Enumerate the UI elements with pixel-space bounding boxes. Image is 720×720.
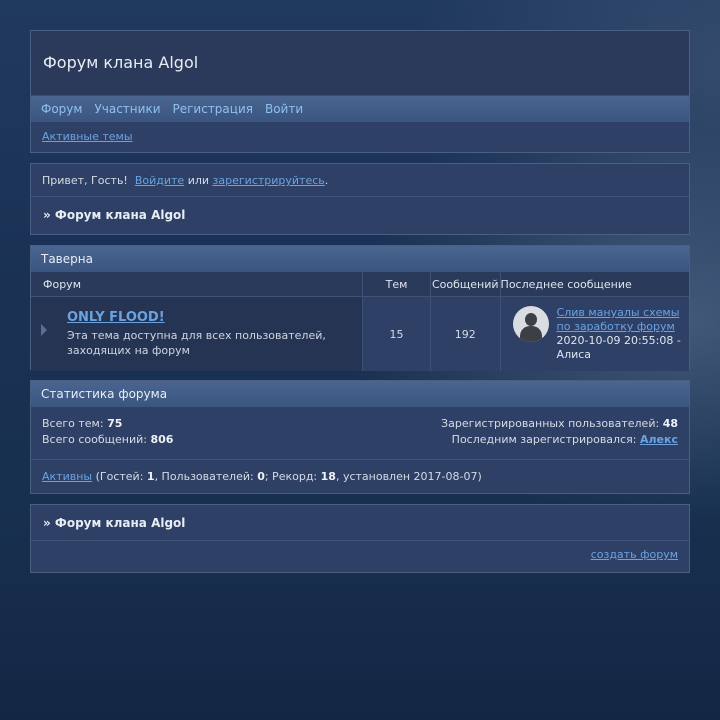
user-avatar-icon[interactable] [512, 306, 549, 342]
last-registered-label: Последним зарегистрировался: [451, 433, 637, 446]
create-forum-link[interactable]: создать форум [591, 548, 678, 561]
or-text: или [187, 174, 210, 187]
forum-posts-count: 192 [430, 296, 501, 371]
active-users-line: Активны (Гостей: 1, Пользователей: 0; Ре… [31, 460, 689, 492]
active-topics-link[interactable]: Активные темы [42, 130, 133, 143]
welcome-panel: Привет, Гость! Войдите или зарегистрируй… [30, 163, 690, 235]
total-posts-value: 806 [150, 433, 174, 446]
forum-statistics: Статистика форума Всего тем: 75 Всего со… [30, 380, 690, 494]
forum-info-cell: ONLY FLOOD! Эта тема доступна для всех п… [31, 296, 363, 371]
last-post-cell: Слив мануалы схемы по заработку форум 20… [500, 296, 689, 371]
forum-description: Эта тема доступна для всех пользователей… [67, 329, 326, 357]
forum-header: Форум клана Algol Форум Участники Регистра… [30, 30, 690, 153]
total-topics: Всего тем: 75 [42, 417, 122, 430]
forum-status-icon [41, 324, 47, 336]
footer-panel: » Форум клана Algol создать форум [30, 504, 690, 573]
main-nav: Форум Участники Регистрация Войти [31, 96, 689, 122]
column-posts: Сообщений [430, 272, 501, 297]
breadcrumb: » Форум клана Algol [43, 208, 186, 222]
footer-breadcrumb: » Форум клана Algol [31, 505, 689, 541]
statistics-title: Статистика форума [31, 381, 689, 407]
users-label: , Пользователей: [154, 470, 254, 483]
record-label: ; Рекорд: [264, 470, 318, 483]
forum-topics-count: 15 [362, 296, 431, 371]
register-link[interactable]: зарегистрируйтесь [213, 174, 325, 187]
greeting-text: Привет, Гость! [42, 174, 128, 187]
guests-value: 1 [146, 470, 155, 483]
column-topics: Тем [362, 272, 431, 297]
users-value: 0 [257, 470, 265, 483]
forum-row: ONLY FLOOD! Эта тема доступна для всех п… [31, 296, 689, 371]
record-date: , установлен 2017-08-07) [335, 470, 482, 483]
site-title: Форум клана Algol [31, 31, 689, 96]
forum-table-header: Форум Тем Сообщений Последнее сообщение [31, 272, 689, 297]
nav-register-link[interactable]: Регистрация [173, 102, 253, 116]
guest-greeting: Привет, Гость! Войдите или зарегистрируй… [31, 164, 689, 197]
nav-forum-link[interactable]: Форум [41, 102, 82, 116]
login-link[interactable]: Войдите [135, 174, 184, 187]
category-title: Таверна [31, 246, 689, 272]
column-forum: Форум [31, 272, 363, 297]
last-registered-user-link[interactable]: Алекс [640, 433, 678, 446]
footer-actions: создать форум [31, 541, 689, 572]
sub-nav: Активные темы [31, 122, 689, 152]
statistics-body: Всего тем: 75 Всего сообщений: 806 Зарег… [31, 407, 689, 460]
nav-members-link[interactable]: Участники [94, 102, 160, 116]
category-tavern: Таверна Форум Тем Сообщений Последнее со… [30, 245, 690, 371]
last-post-author: Алиса [556, 348, 592, 361]
guests-label: (Гостей: [95, 470, 144, 483]
forum-table: Форум Тем Сообщений Последнее сообщение … [31, 272, 689, 371]
registered-users: Зарегистрированных пользователей: 48 [441, 417, 678, 430]
total-posts: Всего сообщений: 806 [42, 433, 173, 446]
total-topics-label: Всего тем: [42, 417, 104, 430]
total-posts-label: Всего сообщений: [42, 433, 147, 446]
total-topics-value: 75 [107, 417, 123, 430]
last-post-date: 2020-10-09 20:55:08 - [556, 334, 681, 347]
last-topic-link[interactable]: Слив мануалы схемы по заработку форум [557, 306, 680, 333]
column-last-post: Последнее сообщение [500, 272, 689, 297]
active-users-link[interactable]: Активны [42, 470, 92, 483]
nav-login-link[interactable]: Войти [265, 102, 303, 116]
last-registered: Последним зарегистрировался: Алекс [452, 433, 678, 446]
period-text: . [324, 174, 329, 187]
registered-users-value: 48 [662, 417, 678, 430]
record-value: 18 [320, 470, 336, 483]
registered-users-label: Зарегистрированных пользователей: [441, 417, 660, 430]
forum-name-link[interactable]: ONLY FLOOD! [67, 310, 165, 325]
